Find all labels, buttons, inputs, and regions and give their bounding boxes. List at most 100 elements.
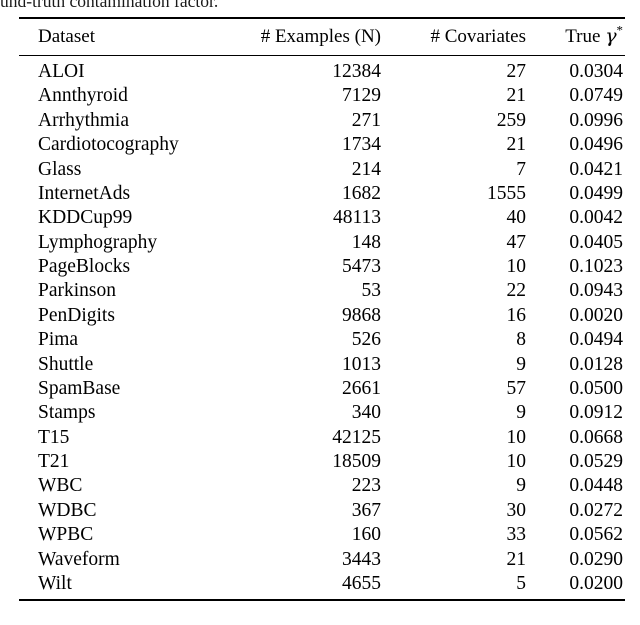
- cell-true-gamma: 0.0562: [569, 524, 623, 546]
- cell-dataset: Annthyroid: [38, 85, 128, 107]
- cell-dataset: Stamps: [38, 402, 96, 424]
- cell-true-gamma: 0.0500: [569, 377, 623, 399]
- cell-true-gamma: 0.0529: [569, 451, 623, 472]
- cell-dataset: Cardiotocography: [38, 134, 179, 156]
- cell-covariates: 30: [506, 499, 527, 521]
- gamma-symbol-icon: γ: [605, 25, 617, 47]
- cell-true-gamma: 0.0749: [569, 85, 623, 107]
- cell-dataset: WDBC: [38, 499, 97, 521]
- table-row: PenDigits 9868 16 0.0020: [19, 303, 625, 327]
- cell-dataset: InternetAds: [38, 182, 131, 204]
- cell-n-examples: 5473: [342, 256, 381, 277]
- cell-dataset: SpamBase: [38, 377, 121, 399]
- cell-n-examples: 148: [351, 231, 381, 253]
- cell-n-examples: 271: [351, 109, 381, 131]
- cell-n-examples: 9868: [342, 304, 381, 326]
- cell-n-examples: 340: [351, 402, 381, 424]
- cell-true-gamma: 0.0042: [569, 207, 623, 229]
- cell-true-gamma: 0.0405: [569, 231, 623, 253]
- cell-dataset: T21: [38, 451, 70, 472]
- cell-n-examples: 12384: [332, 61, 381, 82]
- table-caption-clipped: und-truth contamination factor.: [0, 0, 640, 14]
- cell-n-examples: 4655: [342, 572, 381, 594]
- datasets-table: Dataset # Examples (N) # Covariates True…: [19, 17, 625, 603]
- cell-covariates: 10: [506, 426, 527, 448]
- cell-n-examples: 2661: [342, 377, 381, 399]
- cell-true-gamma: 0.0272: [569, 499, 623, 521]
- cell-covariates: 10: [506, 256, 527, 277]
- cell-n-examples: 1682: [342, 182, 381, 204]
- cell-dataset: Glass: [38, 158, 82, 180]
- cell-covariates: 21: [506, 134, 527, 156]
- cell-true-gamma: 0.0448: [569, 475, 623, 497]
- table-row: KDDCup99 48113 40 0.0042: [19, 206, 625, 230]
- cell-n-examples: 3443: [342, 548, 381, 570]
- cell-n-examples: 53: [361, 280, 382, 302]
- cell-true-gamma: 0.0200: [569, 572, 623, 594]
- bottom-rule-row: [19, 599, 625, 603]
- cell-true-gamma: 0.1023: [569, 256, 623, 277]
- table-footer: [19, 599, 625, 603]
- cell-dataset: Waveform: [38, 548, 120, 570]
- cell-covariates: 9: [516, 402, 526, 424]
- cell-dataset: KDDCup99: [38, 207, 133, 229]
- cell-covariates: 8: [516, 329, 526, 351]
- cell-true-gamma: 0.0494: [569, 329, 623, 351]
- table-row: SpamBase 2661 57 0.0500: [19, 376, 625, 400]
- table-row: Stamps 340 9 0.0912: [19, 401, 625, 425]
- cell-true-gamma: 0.0499: [569, 182, 623, 204]
- table-row: PageBlocks 5473 10 0.1023: [19, 255, 625, 279]
- column-header-covariates: # Covariates: [383, 17, 529, 56]
- cell-covariates: 47: [506, 231, 527, 253]
- cell-dataset: WBC: [38, 475, 83, 497]
- cell-n-examples: 160: [351, 524, 381, 546]
- cell-covariates: 10: [506, 451, 527, 472]
- asterisk-superscript: *: [616, 22, 623, 38]
- table-row: WBC 223 9 0.0448: [19, 474, 625, 498]
- bottom-rule: [19, 599, 625, 603]
- cell-true-gamma: 0.0421: [569, 158, 623, 180]
- cell-n-examples: 526: [351, 329, 381, 351]
- cell-dataset: PenDigits: [38, 304, 115, 326]
- table-row: Shuttle 1013 9 0.0128: [19, 352, 625, 376]
- cell-covariates: 27: [506, 61, 527, 82]
- cell-covariates: 259: [496, 109, 526, 131]
- cell-dataset: Pima: [38, 329, 79, 351]
- cell-n-examples: 223: [351, 475, 381, 497]
- cell-covariates: 1555: [487, 182, 526, 204]
- cell-covariates: 7: [516, 158, 526, 180]
- cell-n-examples: 7129: [342, 85, 381, 107]
- caption-text: und-truth contamination factor.: [0, 0, 219, 11]
- table-row: Lymphography 148 47 0.0405: [19, 230, 625, 254]
- cell-covariates: 5: [516, 572, 526, 594]
- cell-covariates: 57: [506, 377, 527, 399]
- cell-covariates: 21: [506, 548, 527, 570]
- cell-covariates: 16: [506, 304, 527, 326]
- cell-n-examples: 367: [351, 499, 381, 521]
- table-row: Glass 214 7 0.0421: [19, 157, 625, 181]
- table-row: WDBC 367 30 0.0272: [19, 498, 625, 522]
- table-row: ALOI 12384 27 0.0304: [19, 56, 625, 84]
- header-row: Dataset # Examples (N) # Covariates True…: [19, 17, 625, 56]
- cell-dataset: Parkinson: [38, 280, 116, 302]
- table-row: Waveform 3443 21 0.0290: [19, 547, 625, 571]
- cell-true-gamma: 0.0996: [569, 109, 623, 131]
- table-row: T15 42125 10 0.0668: [19, 425, 625, 449]
- column-header-true-gamma: True γ*: [529, 17, 625, 56]
- table-row: Pima 526 8 0.0494: [19, 328, 625, 352]
- cell-n-examples: 18509: [332, 451, 381, 472]
- cell-n-examples: 214: [351, 158, 381, 180]
- cell-covariates: 9: [516, 475, 526, 497]
- table-row: Annthyroid 7129 21 0.0749: [19, 84, 625, 108]
- cell-covariates: 9: [516, 353, 526, 375]
- cell-n-examples: 42125: [332, 426, 381, 448]
- table-header: Dataset # Examples (N) # Covariates True…: [19, 17, 625, 56]
- cell-true-gamma: 0.0304: [569, 61, 623, 82]
- cell-dataset: Lymphography: [38, 231, 158, 253]
- column-header-true-gamma-prefix: True: [565, 26, 606, 47]
- table-row: WPBC 160 33 0.0562: [19, 523, 625, 547]
- cell-dataset: PageBlocks: [38, 256, 131, 277]
- cell-dataset: ALOI: [38, 61, 85, 82]
- table-container: Dataset # Examples (N) # Covariates True…: [19, 17, 625, 603]
- cell-true-gamma: 0.0912: [569, 402, 623, 424]
